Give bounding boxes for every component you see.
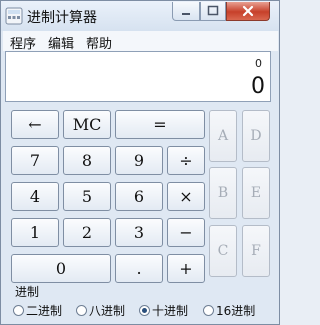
display-panel: 0 0: [5, 51, 271, 102]
radio-indicator: [203, 305, 214, 316]
radio-binary[interactable]: 二进制: [13, 302, 62, 319]
maximize-button[interactable]: [200, 2, 226, 21]
menu-bar: 程序 编辑 帮助: [3, 31, 278, 52]
radio-octal[interactable]: 八进制: [76, 302, 125, 319]
menu-help[interactable]: 帮助: [86, 33, 112, 52]
memory-readout: 0: [255, 57, 262, 70]
close-icon: [242, 5, 254, 17]
radio-indicator-selected: [139, 305, 150, 316]
calculator-app-icon: [5, 7, 23, 25]
digit-8-button[interactable]: 8: [63, 146, 111, 175]
radio-indicator: [13, 305, 24, 316]
digit-4-button[interactable]: 4: [11, 182, 59, 211]
radio-label: 16进制: [216, 304, 256, 318]
hex-a-button[interactable]: A: [209, 110, 237, 162]
menu-program[interactable]: 程序: [10, 33, 36, 52]
digit-1-button[interactable]: 1: [11, 218, 59, 247]
close-button[interactable]: [226, 2, 270, 21]
digit-0-button[interactable]: 0: [11, 254, 111, 283]
decimal-point-button[interactable]: .: [115, 254, 163, 283]
radio-decimal[interactable]: 十进制: [139, 302, 188, 319]
display-value: 0: [251, 74, 265, 99]
digit-5-button[interactable]: 5: [63, 182, 111, 211]
minimize-button[interactable]: [172, 2, 200, 21]
digit-2-button[interactable]: 2: [63, 218, 111, 247]
hex-c-button[interactable]: C: [209, 225, 237, 277]
minimize-icon: [182, 13, 190, 15]
radio-hex[interactable]: 16进制: [203, 302, 255, 319]
menu-edit[interactable]: 编辑: [48, 33, 74, 52]
equals-button[interactable]: =: [115, 110, 205, 139]
backspace-button[interactable]: ←: [11, 110, 59, 139]
radio-label: 二进制: [26, 304, 63, 318]
hex-d-button[interactable]: D: [242, 110, 270, 162]
base-section-label: 进制: [15, 285, 40, 299]
add-button[interactable]: +: [167, 254, 205, 283]
calculator-window: 进制计算器 程序 编辑 帮助 0 0 ← MC = 7 8 9 ÷ 4 5 6 …: [0, 0, 280, 325]
subtract-button[interactable]: −: [167, 218, 205, 247]
hex-e-button[interactable]: E: [242, 167, 270, 219]
multiply-button[interactable]: ×: [167, 182, 205, 211]
base-radio-group: 二进制 八进制 十进制 16进制: [11, 302, 276, 320]
digit-9-button[interactable]: 9: [115, 146, 163, 175]
radio-indicator: [76, 305, 87, 316]
divide-button[interactable]: ÷: [167, 146, 205, 175]
digit-6-button[interactable]: 6: [115, 182, 163, 211]
window-title: 进制计算器: [27, 10, 97, 26]
digit-3-button[interactable]: 3: [115, 218, 163, 247]
maximize-icon: [207, 5, 219, 16]
hex-f-button[interactable]: F: [242, 225, 270, 277]
memory-clear-button[interactable]: MC: [63, 110, 111, 139]
digit-7-button[interactable]: 7: [11, 146, 59, 175]
radio-label: 十进制: [152, 304, 189, 318]
title-bar: 进制计算器: [1, 1, 279, 31]
radio-label: 八进制: [89, 304, 126, 318]
hex-b-button[interactable]: B: [209, 167, 237, 219]
